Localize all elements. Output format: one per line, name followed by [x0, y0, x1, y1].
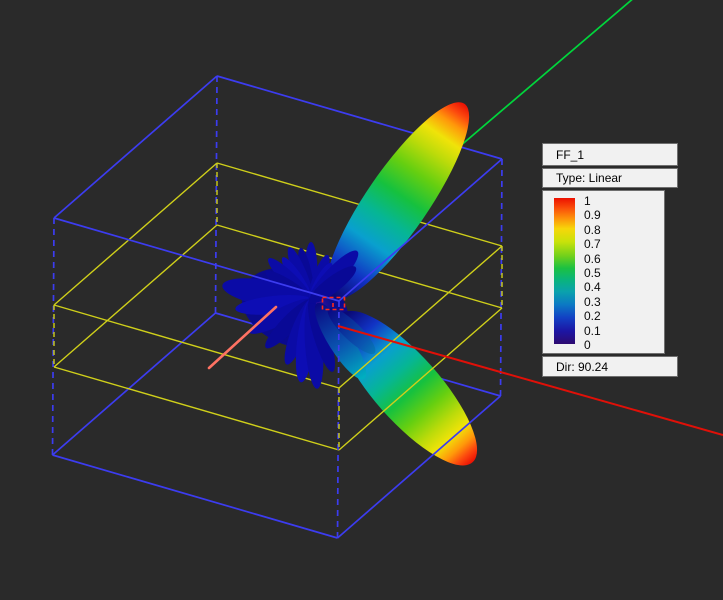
- legend-type-box: Type: Linear: [542, 168, 678, 188]
- colorbar-tick: 0.5: [584, 267, 624, 279]
- colorbar-tick: 0.8: [584, 224, 624, 236]
- colorbar-tick: 0.6: [584, 253, 624, 265]
- colorbar-tick: 0.2: [584, 310, 624, 322]
- colorbar-gradient: [554, 198, 575, 344]
- legend-colorbar-box: 1 0.9 0.8 0.7 0.6 0.5 0.4 0.3 0.2 0.1 0: [542, 190, 665, 354]
- feed-line: [209, 307, 276, 368]
- colorbar-tick: 0.4: [584, 281, 624, 293]
- directivity-value-label: Dir: 90.24: [556, 361, 608, 373]
- legend-directivity-box: Dir: 90.24: [542, 356, 678, 377]
- legend-title-box: FF_1: [542, 143, 678, 166]
- plot-type-label: Type: Linear: [556, 172, 622, 184]
- colorbar-tick: 1: [584, 195, 624, 207]
- bounding-box-wireframe-front: [54, 159, 502, 538]
- colorbar-tick: 0.3: [584, 296, 624, 308]
- farfield-name-label: FF_1: [556, 149, 584, 161]
- farfield-pattern: [220, 86, 497, 484]
- colorbar-tick: 0.9: [584, 209, 624, 221]
- colorbar-tick: 0.1: [584, 325, 624, 337]
- farfield-plot-window: FF_1 Type: Linear 1 0.9 0.8 0.7 0.6 0.5 0.4 0.3…: [0, 0, 723, 600]
- y-axis-line: [459, 0, 635, 147]
- colorbar-tick: 0: [584, 339, 624, 351]
- colorbar-tick: 0.7: [584, 238, 624, 250]
